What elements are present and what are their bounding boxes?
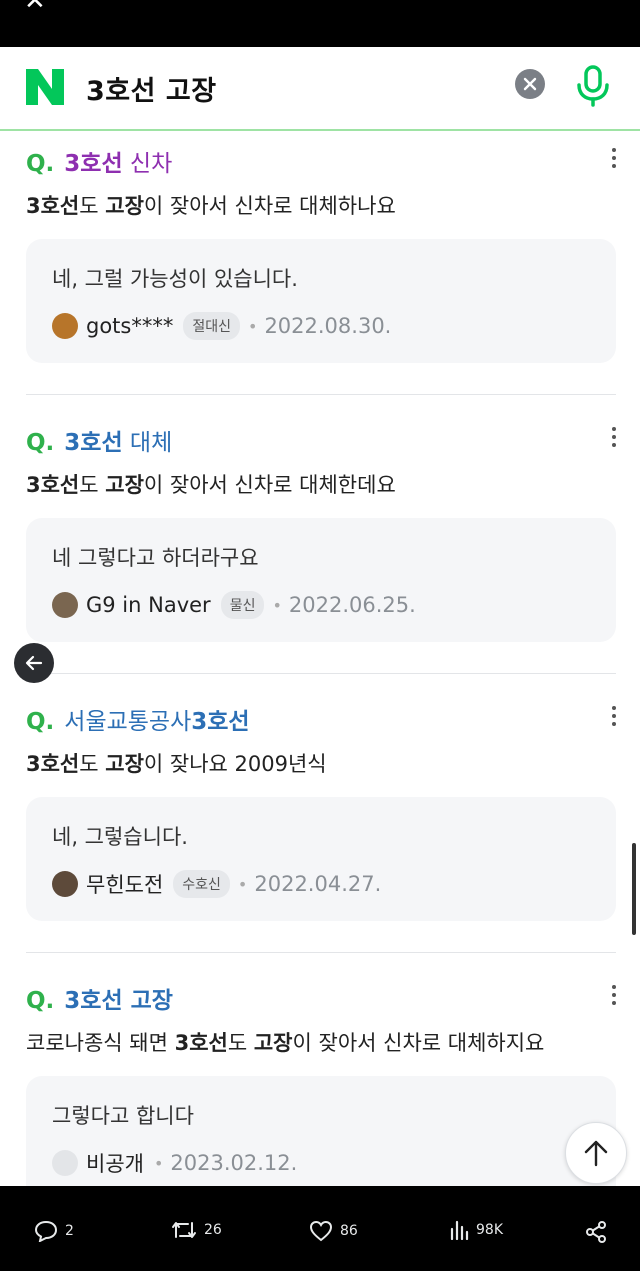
answer-meta: 비공개 • 2023.02.12. <box>52 1148 297 1178</box>
title-text: 신차 <box>122 151 173 177</box>
title-text: 대체 <box>122 430 173 456</box>
question-title-link[interactable]: Q. 3호선 고장 <box>26 981 173 1015</box>
description-text: 도 <box>79 473 106 497</box>
reply-action[interactable]: 2 <box>34 1220 74 1242</box>
repost-action[interactable]: 26 <box>171 1220 222 1240</box>
answer-text: 네, 그렇습니다. <box>52 825 188 849</box>
user-rank-badge: 물신 <box>220 591 265 619</box>
question-description: 3호선도 고장이 잦아서 신차로 대체한데요 <box>26 469 396 499</box>
naver-logo-icon[interactable] <box>24 67 66 107</box>
search-results-page: 3호선 고장 Q. 3호선 신차 3호선도 고장이 잦아서 신차로 대체하나요 네, … <box>0 47 640 1186</box>
answer-date: 2022.06.25. <box>288 593 416 617</box>
description-text: 이 잦아서 신차로 대체하나요 <box>143 194 396 218</box>
user-avatar <box>52 871 78 897</box>
separator-dot: • <box>272 595 282 615</box>
answer-meta: gots**** 절대신 • 2022.08.30. <box>52 311 391 341</box>
scroll-to-top-button[interactable] <box>565 1122 627 1184</box>
answer-box[interactable]: 네 그렇다고 하더라구요 G9 in Naver 물신 • 2022.06.25. <box>26 518 616 642</box>
separator-dot: • <box>248 316 258 336</box>
keyword-highlight: 고장 <box>253 1031 293 1055</box>
like-count: 86 <box>340 1223 358 1239</box>
reply-count: 2 <box>65 1223 74 1239</box>
description-text: 도 <box>79 194 106 218</box>
user-name: 무힌도전 <box>86 873 164 897</box>
question-mark-label: Q. <box>26 709 55 735</box>
answer-date: 2022.08.30. <box>264 314 392 338</box>
user-rank-badge: 수호신 <box>173 870 230 898</box>
close-icon[interactable]: ✕ <box>24 0 46 16</box>
keyword-highlight: 고장 <box>105 473 144 497</box>
answer-text: 네, 그럴 가능성이 있습니다. <box>52 267 298 291</box>
answer-date: 2023.02.12. <box>170 1151 298 1175</box>
qna-result-card: Q. 3호선 대체 3호선도 고장이 잦아서 신차로 대체한데요 네 그렇다고 하더라… <box>0 423 640 702</box>
answer-box[interactable]: 그렇다고 합니다비공개 • 2023.02.12. <box>26 1076 616 1186</box>
more-options-icon[interactable] <box>612 427 618 451</box>
question-title-link[interactable]: Q. 3호선 신차 <box>26 144 172 178</box>
scrollbar[interactable] <box>632 843 636 935</box>
title-highlight: 3호선 고장 <box>64 988 173 1014</box>
search-header: 3호선 고장 <box>0 47 640 131</box>
title-highlight: 3호선 <box>64 430 123 456</box>
post-action-bar: 2 26 86 98K <box>0 1186 640 1271</box>
title-highlight: 3호선 <box>191 709 250 735</box>
question-mark-label: Q. <box>26 988 55 1014</box>
title-text: 서울교통공사 <box>64 709 192 735</box>
question-mark-label: Q. <box>26 430 55 456</box>
views-action[interactable]: 98K <box>449 1220 503 1240</box>
share-icon[interactable] <box>584 1220 615 1244</box>
section-divider <box>26 952 616 953</box>
user-avatar <box>52 592 78 618</box>
question-description: 3호선도 고장이 잦나요 2009년식 <box>26 748 327 778</box>
question-description: 3호선도 고장이 잦아서 신차로 대체하나요 <box>26 190 396 220</box>
answer-text: 그렇다고 합니다 <box>52 1104 194 1128</box>
repost-count: 26 <box>204 1222 222 1238</box>
answer-box[interactable]: 네, 그럴 가능성이 있습니다. gots**** 절대신 • 2022.08.30. <box>26 239 616 363</box>
user-avatar <box>52 313 78 339</box>
qna-result-card: Q. 3호선 신차 3호선도 고장이 잦아서 신차로 대체하나요 네, 그럴 가능성이… <box>0 144 640 423</box>
qna-result-card: Q. 서울교통공사3호선 3호선도 고장이 잦나요 2009년식 네, 그렇습니다. 무… <box>0 702 640 981</box>
question-title-link[interactable]: Q. 서울교통공사3호선 <box>26 702 250 736</box>
description-text: 도 <box>79 752 106 776</box>
section-divider <box>26 394 616 395</box>
title-highlight: 3호선 <box>64 151 123 177</box>
question-description: 코로나종식 돼면 3호선도 고장이 잦아서 신차로 대체하지요 <box>26 1027 544 1057</box>
view-count: 98K <box>476 1222 503 1238</box>
description-text: 이 잦나요 2009년식 <box>143 752 327 776</box>
top-bar: ✕ <box>0 0 640 47</box>
question-title-link[interactable]: Q. 3호선 대체 <box>26 423 172 457</box>
description-text: 이 잦아서 신차로 대체하지요 <box>292 1031 545 1055</box>
description-text: 도 <box>227 1031 254 1055</box>
keyword-highlight: 3호선 <box>26 752 80 776</box>
answer-date: 2022.04.27. <box>254 872 382 896</box>
description-text: 코로나종식 돼면 <box>26 1031 175 1055</box>
question-mark-label: Q. <box>26 151 55 177</box>
more-options-icon[interactable] <box>612 148 618 172</box>
user-rank-badge: 절대신 <box>183 312 240 340</box>
answer-meta: 무힌도전 수호신 • 2022.04.27. <box>52 869 381 899</box>
qna-result-card: Q. 3호선 고장 코로나종식 돼면 3호선도 고장이 잦아서 신차로 대체하지요 그… <box>0 981 640 1186</box>
voice-search-mic-icon[interactable] <box>575 65 611 111</box>
keyword-highlight: 고장 <box>105 194 144 218</box>
keyword-highlight: 3호선 <box>26 194 80 218</box>
description-text: 이 잦아서 신차로 대체한데요 <box>143 473 396 497</box>
answer-meta: G9 in Naver 물신 • 2022.06.25. <box>52 590 416 620</box>
like-action[interactable]: 86 <box>309 1220 358 1242</box>
user-name: 비공개 <box>86 1152 144 1176</box>
separator-dot: • <box>237 874 248 894</box>
clear-search-icon[interactable] <box>515 69 545 99</box>
answer-box[interactable]: 네, 그렇습니다. 무힌도전 수호신 • 2022.04.27. <box>26 797 616 921</box>
keyword-highlight: 고장 <box>105 752 144 776</box>
user-name: G9 in Naver <box>86 593 211 617</box>
more-options-icon[interactable] <box>612 985 618 1009</box>
search-query[interactable]: 3호선 고장 <box>86 69 217 108</box>
keyword-highlight: 3호선 <box>26 473 80 497</box>
user-name: gots**** <box>86 314 174 338</box>
answer-text: 네 그렇다고 하더라구요 <box>52 546 259 570</box>
user-avatar <box>52 1150 78 1176</box>
more-options-icon[interactable] <box>612 706 618 730</box>
separator-dot: • <box>153 1153 164 1173</box>
keyword-highlight: 3호선 <box>174 1031 228 1055</box>
section-divider <box>26 673 616 674</box>
back-arrow-button[interactable] <box>14 643 54 683</box>
